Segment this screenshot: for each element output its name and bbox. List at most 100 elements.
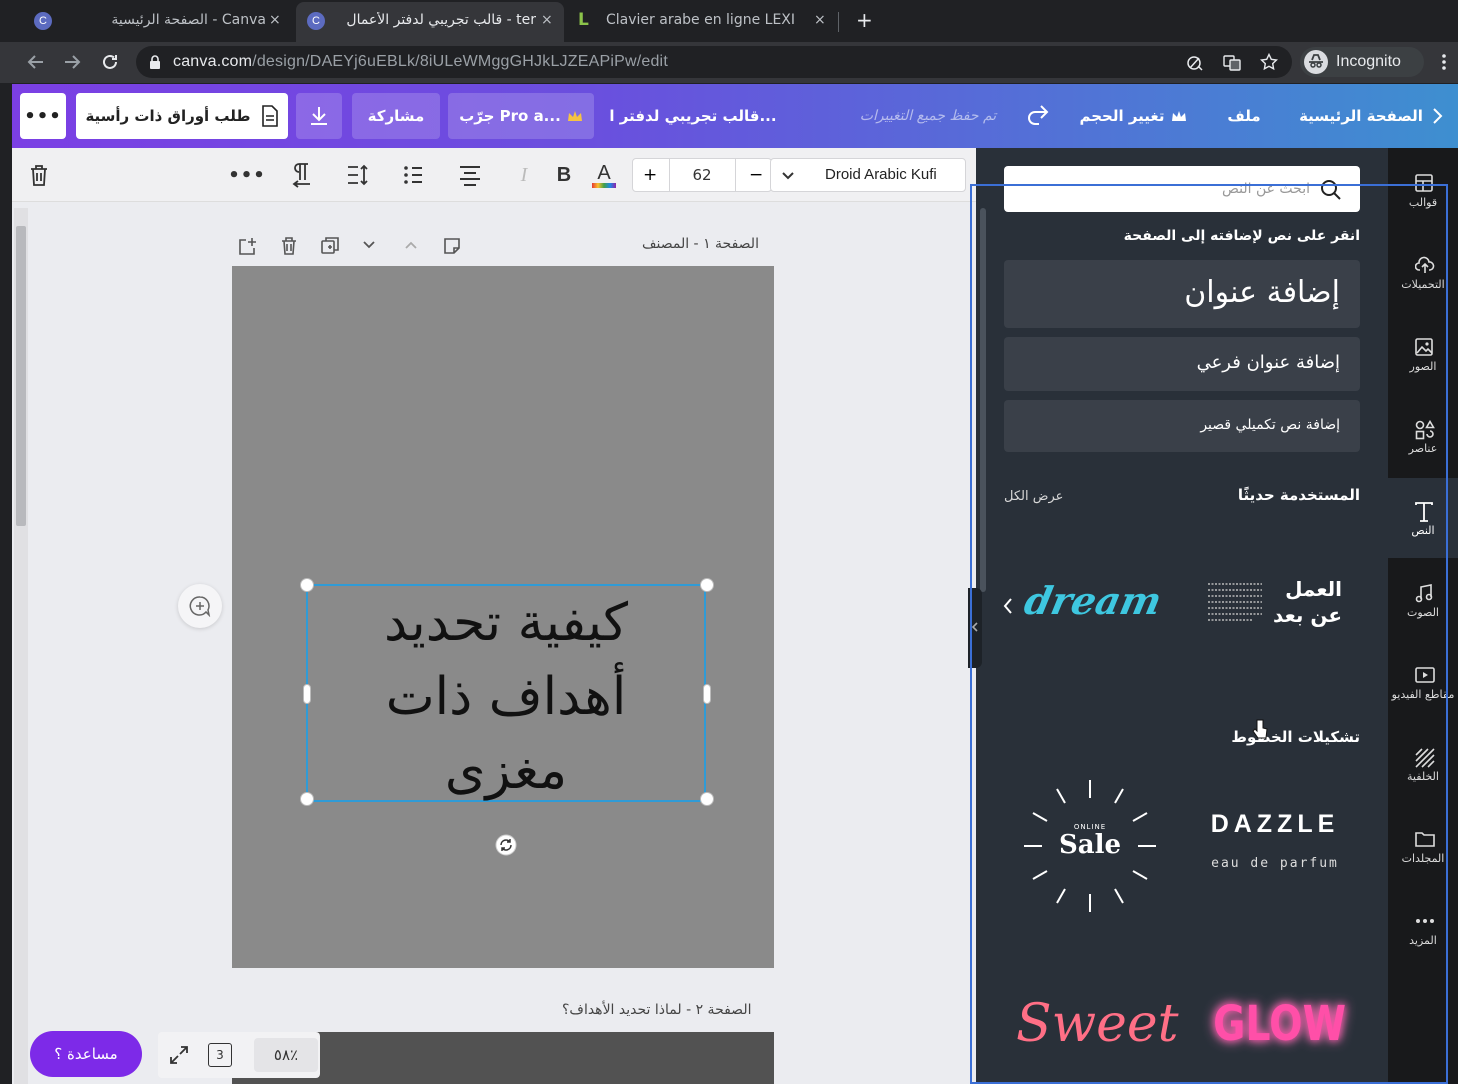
page-count-button[interactable]: 3 <box>208 1043 232 1067</box>
selected-text-box[interactable]: كيفية تحديد أهداف ذات مغزى <box>300 578 714 806</box>
nav-photos[interactable]: الصور <box>1388 318 1458 396</box>
nav-label: المزيد <box>1409 934 1437 947</box>
share-button[interactable]: مشاركة <box>352 93 440 139</box>
resize-handle[interactable] <box>300 792 314 806</box>
zoom-level[interactable]: ٥٨٪ <box>254 1038 318 1072</box>
nav-more[interactable]: المزيد <box>1388 892 1458 970</box>
chevron-down-icon[interactable] <box>362 240 376 250</box>
fullscreen-icon[interactable] <box>168 1044 190 1066</box>
nav-label: قوالب <box>1408 196 1438 209</box>
resize-handle[interactable] <box>700 578 714 592</box>
rotate-icon[interactable] <box>495 834 517 856</box>
nav-background[interactable]: الخلفية <box>1388 728 1458 806</box>
home-link[interactable]: الصفحة الرئيسية <box>1296 104 1426 128</box>
duplicate-page-icon[interactable] <box>320 236 340 256</box>
background-icon <box>1415 748 1435 768</box>
side-handle[interactable] <box>303 684 311 704</box>
back-arrow-icon[interactable] <box>26 52 46 72</box>
nav-elements[interactable]: عناصر <box>1388 400 1458 478</box>
file-menu[interactable]: ملف <box>1218 104 1270 128</box>
recent-text-dream[interactable]: dream <box>1016 578 1168 634</box>
scrollbar-thumb[interactable] <box>16 226 26 526</box>
translate-icon[interactable] <box>1223 54 1241 72</box>
reload-icon[interactable] <box>100 52 120 72</box>
more-options-button[interactable]: ••• <box>20 93 66 139</box>
chevron-up-icon[interactable] <box>404 240 418 250</box>
text-direction-icon[interactable] <box>290 162 312 188</box>
combo-dazzle[interactable]: DAZZLE eau de parfum <box>1200 810 1350 880</box>
try-pro-button[interactable]: جرّب Pro a... <box>448 93 594 139</box>
comment-button[interactable] <box>178 584 222 628</box>
add-heading-button[interactable]: إضافة عنوان <box>1004 260 1360 328</box>
text-search-field[interactable]: ابحث عن النص <box>1004 166 1360 212</box>
trash-icon[interactable] <box>28 163 50 187</box>
recent-text-remote-work[interactable]: العمل عن بعد <box>1204 574 1344 638</box>
nav-uploads[interactable]: التحميلات <box>1388 236 1458 314</box>
panel-scrollbar[interactable] <box>980 208 986 592</box>
help-button[interactable]: مساعدة ؟ <box>30 1031 142 1077</box>
nav-templates[interactable]: قوالب <box>1388 154 1458 232</box>
combo-sale[interactable]: ONLINE Sale <box>1020 776 1160 916</box>
tracking-protection-icon[interactable] <box>1186 54 1204 72</box>
redo-icon[interactable] <box>1026 104 1050 126</box>
close-tab-icon[interactable]: × <box>814 12 826 28</box>
increase-size-button[interactable]: + <box>643 165 657 185</box>
dazzle-sub-label: eau de parfum <box>1211 856 1339 871</box>
nav-folders[interactable]: المجلدات <box>1388 810 1458 888</box>
download-button[interactable] <box>296 93 342 139</box>
collapse-panel-handle[interactable] <box>968 588 982 668</box>
nav-audio[interactable]: الصوت <box>1388 564 1458 642</box>
bookmark-star-icon[interactable] <box>1260 53 1278 71</box>
align-center-icon[interactable] <box>458 164 482 186</box>
text-color-button[interactable]: A <box>590 160 618 190</box>
page-2-title[interactable]: الصفحة ٢ - لماذا تحديد الأهداف؟ <box>562 1002 751 1018</box>
italic-button[interactable]: I <box>512 160 536 190</box>
search-placeholder: ابحث عن النص <box>1221 181 1310 197</box>
add-page-icon[interactable] <box>238 236 258 256</box>
nav-video[interactable]: مقاطع الفيديو <box>1388 646 1458 724</box>
forward-arrow-icon[interactable] <box>62 52 82 72</box>
close-tab-icon[interactable]: × <box>269 12 281 28</box>
bold-button[interactable]: B <box>552 160 576 190</box>
text-icon <box>1415 502 1433 522</box>
font-size-input[interactable]: 62 <box>669 166 735 184</box>
side-handle[interactable] <box>703 684 711 704</box>
vertical-scrollbar[interactable] <box>14 208 28 1084</box>
browser-tab[interactable]: C الصفحة الرئيسية - Canva × <box>20 4 290 38</box>
page-1[interactable]: كيفية تحديد أهداف ذات مغزى <box>232 266 774 968</box>
font-family-dropdown[interactable]: Droid Arabic Kufi <box>770 158 966 192</box>
incognito-badge[interactable]: Incognito <box>1300 47 1424 77</box>
combo-glow[interactable]: GLOW <box>1213 996 1346 1066</box>
close-tab-icon[interactable]: × <box>541 12 553 28</box>
nav-text[interactable]: النص <box>1388 482 1458 560</box>
add-subheading-button[interactable]: إضافة عنوان فرعي <box>1004 337 1360 391</box>
color-strip <box>592 182 616 188</box>
resize-button[interactable]: تغيير الحجم <box>1078 104 1188 128</box>
more-toolbar-button[interactable]: ••• <box>228 160 265 190</box>
resize-handle[interactable] <box>300 578 314 592</box>
chevron-right-icon[interactable] <box>1430 106 1444 126</box>
print-letterhead-button[interactable]: طلب أوراق ذات رأسية <box>76 93 288 139</box>
see-all-link[interactable]: عرض الكل <box>1004 489 1063 504</box>
decrease-size-button[interactable]: − <box>749 165 763 185</box>
heading-text[interactable]: كيفية تحديد أهداف ذات مغزى <box>308 586 704 808</box>
add-body-text-button[interactable]: إضافة نص تكميلي قصير <box>1004 400 1360 452</box>
design-title[interactable]: قالب تجريبي لدفتر ا... <box>608 104 778 128</box>
nav-label: الخلفية <box>1407 770 1439 783</box>
new-tab-button[interactable]: + <box>856 8 873 32</box>
font-size-stepper[interactable]: + 62 − <box>632 158 772 192</box>
page-1-title[interactable]: الصفحة ١ - المصنف <box>642 236 759 252</box>
page-notes-icon[interactable] <box>442 236 462 256</box>
spacing-icon[interactable] <box>346 163 370 187</box>
combo-sweet[interactable]: Sweet <box>1016 994 1179 1064</box>
delete-page-icon[interactable] <box>279 236 299 256</box>
nav-label: مقاطع الفيديو <box>1391 688 1455 701</box>
chevron-left-icon[interactable] <box>1002 596 1014 616</box>
resize-handle[interactable] <box>700 792 714 806</box>
list-icon[interactable] <box>402 163 424 187</box>
browser-tab[interactable]: L Clavier arabe en ligne LEXI × <box>570 4 832 38</box>
browser-menu-icon[interactable] <box>1438 52 1450 72</box>
address-bar[interactable]: canva.com/design/DAEYj6uEBLk/8iULeWMggGH… <box>136 46 1292 78</box>
browser-tab-active[interactable]: C قالب تجريبي لدفتر الأعمال - ter × <box>296 2 564 42</box>
url-path: /design/DAEYj6uEBLk/8iULeWMggGHJkLJZEAPi… <box>252 53 668 70</box>
